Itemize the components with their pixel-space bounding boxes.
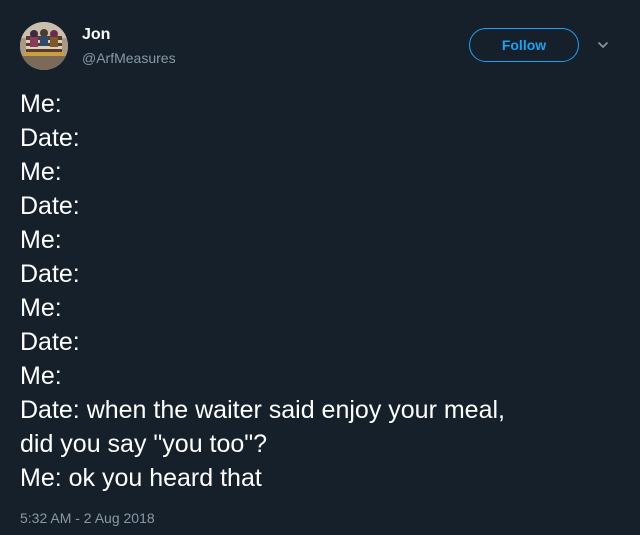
tweet-line: Me: (20, 294, 62, 322)
author-name[interactable]: Jon (82, 25, 110, 45)
tweet-line: Me: (20, 226, 62, 254)
tweet: Jon @ArfMeasures Follow Me: Date: Me: Da… (0, 0, 640, 535)
tweet-line: Date: (20, 260, 80, 288)
tweet-timestamp[interactable]: 5:32 AM - 2 Aug 2018 (20, 509, 155, 527)
avatar[interactable] (20, 22, 68, 70)
avatar-image (20, 22, 68, 70)
tweet-line: did you say "you too"? (20, 430, 268, 458)
chevron-down-icon[interactable] (596, 38, 610, 52)
tweet-line: Date: (20, 192, 80, 220)
tweet-line: Me: (20, 90, 62, 118)
tweet-line: Me: (20, 158, 62, 186)
tweet-line: Date: when the waiter said enjoy your me… (20, 396, 505, 424)
tweet-text: Me: Date: Me: Date: Me: Date: Me: Date: … (20, 87, 626, 495)
follow-button[interactable]: Follow (469, 28, 579, 62)
tweet-line: Me: (20, 362, 62, 390)
tweet-line: Date: (20, 124, 80, 152)
author-handle[interactable]: @ArfMeasures (82, 49, 176, 67)
tweet-line: Me: ok you heard that (20, 464, 262, 492)
tweet-line: Date: (20, 328, 80, 356)
